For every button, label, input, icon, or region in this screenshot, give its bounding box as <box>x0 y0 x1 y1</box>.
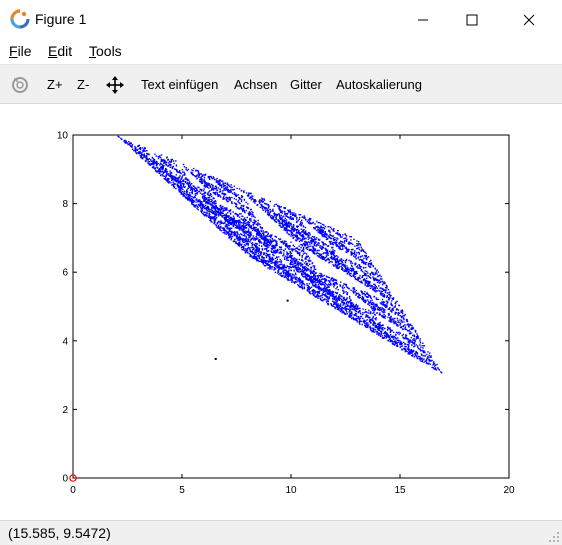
resize-grip-icon[interactable] <box>548 531 560 543</box>
autoscale-label: Autoskalierung <box>336 77 422 92</box>
pan-arrows-icon <box>106 75 124 94</box>
menu-file-accel: F <box>9 43 18 59</box>
maximize-button[interactable] <box>449 0 495 39</box>
grid-label: Gitter <box>290 77 322 92</box>
menu-tools-accel: T <box>89 43 96 59</box>
y-tick-label: 8 <box>62 199 68 210</box>
zoom-out-button[interactable]: Z- <box>77 65 89 104</box>
menu-file[interactable]: File <box>9 43 32 59</box>
maximize-icon <box>466 14 478 25</box>
close-icon <box>523 14 535 25</box>
title-bar: Figure 1 <box>0 0 562 39</box>
x-tick-label: 15 <box>394 485 406 496</box>
y-tick-label: 4 <box>62 336 68 347</box>
x-tick-label: 10 <box>285 485 297 496</box>
axes-button[interactable]: Achsen <box>234 65 277 104</box>
fractal-points <box>117 135 443 374</box>
zoom-in-label: Z+ <box>47 77 63 92</box>
menu-tools-rest: ools <box>96 43 122 59</box>
y-tick-label: 10 <box>57 131 69 142</box>
grid-button[interactable]: Gitter <box>290 65 322 104</box>
stray-point <box>214 357 217 360</box>
y-tick-label: 0 <box>62 474 68 485</box>
menu-tools[interactable]: Tools <box>89 43 122 59</box>
autoscale-button[interactable]: Autoskalierung <box>336 65 422 104</box>
y-tick-label: 2 <box>62 405 68 416</box>
stray-point <box>286 299 289 302</box>
menu-file-rest: ile <box>17 43 32 59</box>
insert-text-button[interactable]: Text einfügen <box>141 65 218 104</box>
axis-ticks: 0 5 10 15 20 0 2 4 6 8 10 <box>57 131 515 497</box>
x-tick-label: 5 <box>179 485 185 496</box>
octave-app-icon <box>10 9 30 29</box>
zoom-out-label: Z- <box>77 77 90 92</box>
axes-label: Achsen <box>234 77 278 92</box>
minimize-button[interactable] <box>400 0 446 39</box>
rotate-icon <box>12 76 28 93</box>
x-tick-label: 0 <box>70 485 76 496</box>
menu-edit-rest: dit <box>57 43 73 59</box>
cursor-coordinates: (15.585, 9.5472) <box>8 525 111 541</box>
data-points <box>117 135 443 374</box>
rotate-button[interactable] <box>11 65 29 104</box>
axes-frame <box>72 134 510 479</box>
figure-toolbar: Z+ Z- Text einfügen Achsen Gitter Autosk… <box>0 64 562 104</box>
x-tick-label: 20 <box>503 485 515 496</box>
menu-edit[interactable]: Edit <box>48 43 72 59</box>
insert-text-label: Text einfügen <box>141 77 219 92</box>
figure-canvas[interactable]: 0 5 10 15 20 0 2 4 6 8 10 <box>0 104 562 520</box>
menu-bar: File Edit Tools <box>0 39 562 64</box>
minimize-icon <box>418 19 428 20</box>
menu-edit-accel: E <box>48 43 58 59</box>
pan-button[interactable] <box>106 65 124 104</box>
close-button[interactable] <box>506 0 552 39</box>
status-bar: (15.585, 9.5472) <box>0 520 562 545</box>
y-tick-label: 6 <box>62 268 68 279</box>
zoom-in-button[interactable]: Z+ <box>47 65 63 104</box>
extra-markers <box>69 299 289 482</box>
window-title: Figure 1 <box>35 11 87 27</box>
scatter-plot[interactable]: 0 5 10 15 20 0 2 4 6 8 10 <box>0 104 562 520</box>
